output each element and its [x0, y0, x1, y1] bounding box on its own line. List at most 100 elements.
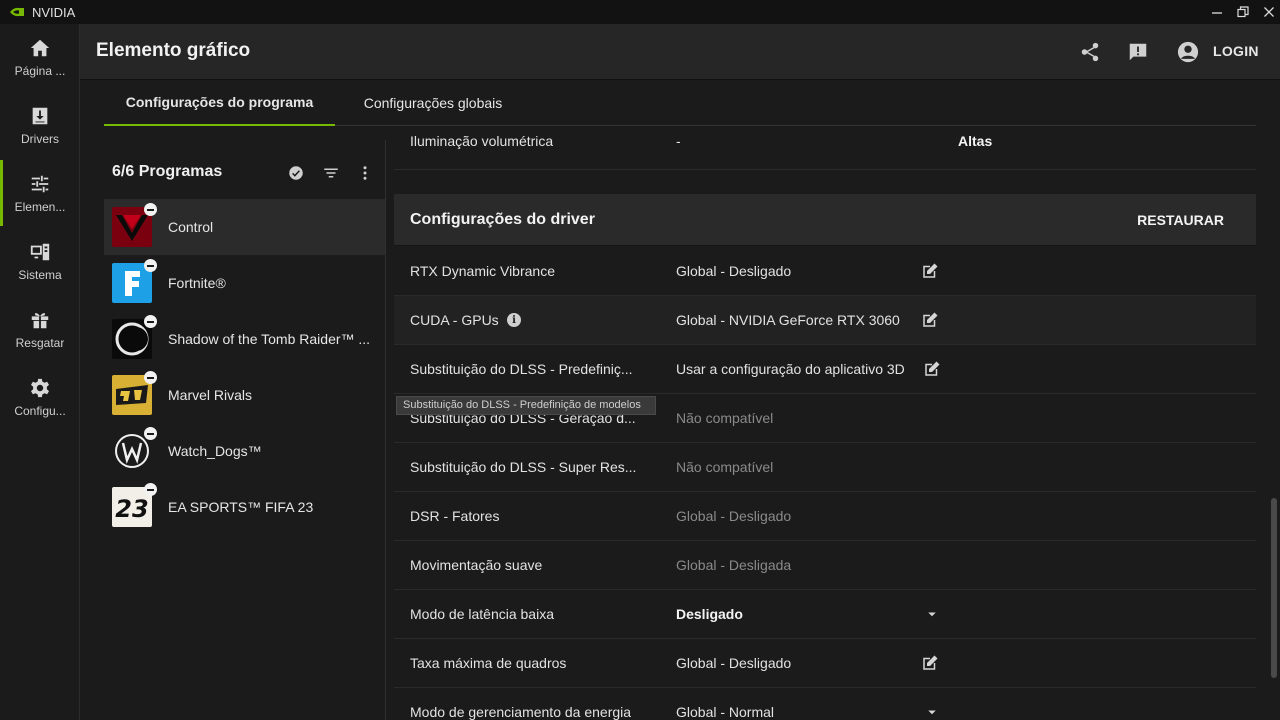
program-name: Fortnite® [168, 275, 226, 291]
restore-icon [1237, 6, 1249, 18]
setting-value: Global - Desligada [676, 557, 792, 573]
gear-icon [31, 378, 49, 397]
home-icon [30, 39, 50, 56]
login-button[interactable]: LOGIN [1213, 43, 1259, 59]
edit-button[interactable] [920, 310, 940, 330]
setting-row-volumetric-lighting[interactable]: Iluminação volumétrica - Altas [394, 126, 1256, 170]
edit-button[interactable] [922, 359, 942, 379]
program-item-shadow-tomb-raider[interactable]: Shadow of the Tomb Raider™ ... [104, 311, 385, 367]
edit-icon [925, 361, 940, 376]
feedback-button[interactable] [1124, 38, 1152, 66]
remove-program-icon[interactable] [144, 371, 157, 384]
rail-item-label: Elemen... [14, 199, 66, 214]
setting-row-max-frame-rate[interactable]: Taxa máxima de quadros Global - Desligad… [394, 639, 1256, 688]
program-name: Watch_Dogs™ [168, 443, 262, 459]
svg-text:23: 23 [115, 495, 148, 523]
setting-label: Iluminação volumétrica [410, 133, 554, 149]
info-icon[interactable]: i [507, 313, 521, 327]
program-item-watch-dogs[interactable]: Watch_Dogs™ [104, 423, 385, 479]
rail-item-graphics[interactable]: Elemen... [0, 160, 80, 226]
rail-item-label: Configu... [14, 403, 66, 418]
setting-label: Taxa máxima de quadros [410, 655, 567, 671]
programs-count-title: 6/6 Programas [112, 163, 223, 180]
restore-button[interactable]: RESTAURAR [1137, 212, 1224, 228]
programs-panel: 6/6 Programas Control Fortnite® Shadow o… [104, 140, 386, 720]
rail-item-drivers[interactable]: Drivers [0, 92, 80, 158]
avatar[interactable] [1174, 38, 1202, 66]
setting-label: CUDA - GPUs [410, 312, 499, 328]
program-item-fortnite[interactable]: Fortnite® [104, 255, 385, 311]
setting-value: Usar a configuração do aplicativo 3D [676, 361, 905, 377]
rail-item-label: Resgatar [15, 335, 65, 350]
more-vertical-icon [363, 166, 367, 180]
setting-row-power-management-mode[interactable]: Modo de gerenciamento da energia Global … [394, 688, 1256, 720]
setting-label: RTX Dynamic Vibrance [410, 263, 555, 279]
feedback-icon [1129, 43, 1147, 61]
section-title: Configurações do driver [410, 211, 595, 228]
gift-icon [31, 312, 49, 328]
program-name: Control [168, 219, 214, 235]
edit-button[interactable] [920, 653, 940, 673]
restore-button[interactable] [1230, 0, 1256, 24]
setting-row-dlss-super-resolution[interactable]: Substituição do DLSS - Super Res... Não … [394, 443, 1256, 492]
filter-icon [324, 168, 338, 178]
edit-icon [923, 312, 938, 327]
remove-program-icon[interactable] [144, 483, 157, 496]
setting-row-low-latency-mode[interactable]: Modo de latência baixa Desligado [394, 590, 1256, 639]
filter-button[interactable] [320, 162, 342, 184]
tab-program-settings[interactable]: Configurações do programa [104, 80, 335, 126]
close-icon [1264, 7, 1274, 17]
setting-row-cuda-gpus[interactable]: CUDA - GPUs i Global - NVIDIA GeForce RT… [394, 296, 1256, 345]
edit-button[interactable] [920, 261, 940, 281]
setting-value: Global - Desligado [676, 655, 792, 671]
setting-row-dsr-factors[interactable]: DSR - Fatores Global - Desligado [394, 492, 1256, 541]
rail-item-redeem[interactable]: Resgatar [0, 296, 80, 362]
setting-label: Modo de latência baixa [410, 606, 554, 622]
close-button[interactable] [1256, 0, 1280, 24]
sliders-icon [31, 175, 49, 192]
setting-value-quality: Altas [958, 133, 993, 149]
setting-value: Global - NVIDIA GeForce RTX 3060 [676, 312, 900, 328]
setting-row-rtx-dynamic-vibrance[interactable]: RTX Dynamic Vibrance Global - Desligado [394, 247, 1256, 296]
setting-value: Não compatível [676, 410, 774, 426]
download-icon [32, 107, 48, 124]
program-item-control[interactable]: Control [104, 199, 385, 255]
rail-item-system[interactable]: Sistema [0, 228, 80, 294]
dropdown-button[interactable] [922, 702, 942, 720]
remove-program-icon[interactable] [144, 203, 157, 216]
edit-icon [923, 655, 938, 670]
remove-program-icon[interactable] [144, 315, 157, 328]
system-icon [30, 243, 50, 260]
scrollbar[interactable] [1271, 498, 1277, 678]
rail-item-settings[interactable]: Configu... [0, 364, 80, 430]
setting-value: Desligado [676, 606, 743, 622]
select-all-button[interactable] [285, 162, 307, 184]
program-item-marvel-rivals[interactable]: Marvel Rivals [104, 367, 385, 423]
dropdown-button[interactable] [922, 604, 942, 624]
app-name: NVIDIA [32, 4, 76, 20]
remove-program-icon[interactable] [144, 259, 157, 272]
tab-global-settings[interactable]: Configurações globais [344, 80, 522, 126]
settings-panel: Iluminação volumétrica - Altas Configura… [394, 126, 1256, 720]
setting-value: - [676, 133, 681, 149]
more-options-button[interactable] [354, 162, 376, 184]
setting-row-dlss-model-preset[interactable]: Substituição do DLSS - Predefiniç... Usa… [394, 345, 1256, 394]
title-bar: NVIDIA [0, 0, 1280, 24]
minimize-button[interactable] [1204, 0, 1230, 24]
setting-label: Modo de gerenciamento da energia [410, 704, 632, 720]
user-avatar-icon [1177, 41, 1199, 63]
program-name: EA SPORTS™ FIFA 23 [168, 499, 314, 515]
program-name: Marvel Rivals [168, 387, 253, 403]
page-title: Elemento gráfico [96, 40, 251, 61]
share-button[interactable] [1076, 38, 1104, 66]
rail-item-label: Página ... [14, 63, 66, 78]
setting-row-smooth-motion[interactable]: Movimentação suave Global - Desligada [394, 541, 1256, 590]
program-name: Shadow of the Tomb Raider™ ... [168, 331, 371, 347]
setting-value: Global - Desligado [676, 263, 792, 279]
remove-program-icon[interactable] [144, 427, 157, 440]
setting-label: Substituição do DLSS - Predefiniç... [410, 361, 633, 377]
program-item-fifa-23[interactable]: 23 EA SPORTS™ FIFA 23 [104, 479, 385, 535]
nvidia-logo-icon [10, 7, 24, 17]
chevron-down-icon [928, 710, 936, 715]
rail-item-home[interactable]: Página ... [0, 24, 80, 90]
